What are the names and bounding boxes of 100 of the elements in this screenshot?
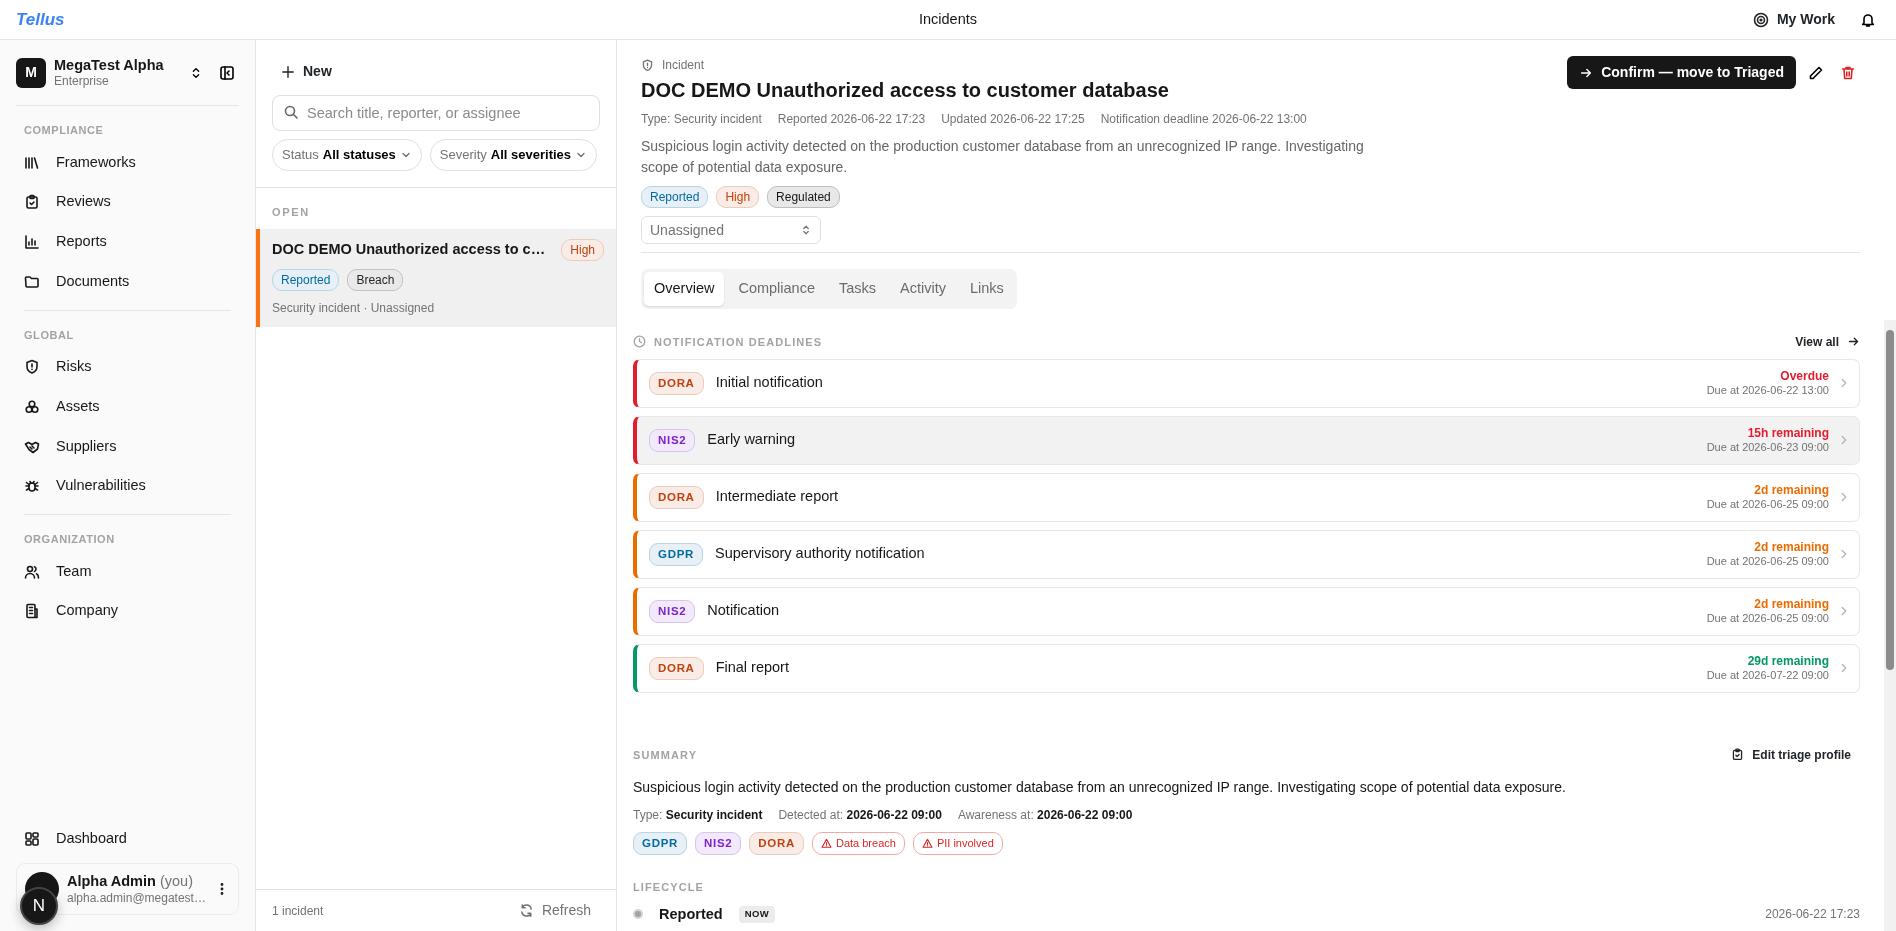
incident-title: DOC DEMO Unauthorized access to customer database: [641, 78, 1170, 102]
user-email: alpha.admin@megatest…: [67, 890, 206, 906]
deadline-title: Supervisory authority notification: [715, 544, 926, 564]
section-heading: LIFECYCLE: [633, 880, 705, 895]
clipboard-check-icon: [1731, 748, 1745, 762]
deadline-row[interactable]: NIS2 Early warning 15h remaining Due at 2026-06-23 09:00: [633, 415, 1860, 465]
framework-badge: DORA: [649, 485, 704, 509]
summary-fact: Awareness at: 2026-06-22 09:00: [957, 806, 1133, 824]
dev-tools-button[interactable]: N: [20, 887, 58, 925]
status-badge: Reported: [272, 268, 340, 291]
framework-badge: NIS2: [695, 831, 742, 855]
pencil-icon: [1808, 64, 1824, 81]
edit-triage-button[interactable]: Edit triage profile: [1722, 740, 1860, 769]
sidebar-item[interactable]: Documents: [24, 261, 231, 302]
dashboard-icon: [24, 831, 40, 848]
sidebar-item[interactable]: Dashboard: [24, 819, 231, 859]
remaining-time: 29d remaining: [1746, 653, 1829, 669]
tab[interactable]: Tasks: [829, 272, 887, 306]
step-label: Reported: [659, 904, 723, 924]
deadline-row[interactable]: GDPR Supervisory authority notification 2d remaining Due at 2026-06-25 09:00: [633, 529, 1860, 579]
summary-text: Suspicious login activity detected on the production customer database from an unrecognized IP range. Investigating scope of potential data exposure.: [633, 777, 1567, 797]
deadline-title: Final report: [715, 658, 790, 678]
tab[interactable]: Compliance: [728, 272, 825, 306]
meta-text: Reported 2026-06-22 17:23: [777, 111, 926, 128]
bug-icon: [24, 478, 40, 495]
incident-meta: Security incident · Unassigned: [272, 299, 436, 317]
tab[interactable]: Activity: [890, 272, 956, 306]
user-name: Alpha Admin (you): [67, 872, 194, 891]
new-button[interactable]: New: [272, 56, 341, 87]
bar-chart-icon: [24, 234, 40, 250]
due-date: Due at 2026-06-25 09:00: [1706, 554, 1829, 569]
step-time: 2026-06-22 17:23: [1765, 906, 1860, 924]
deadline-row[interactable]: DORA Intermediate report 2d remaining Due at 2026-06-25 09:00: [633, 472, 1860, 522]
logo[interactable]: Tellus: [16, 6, 65, 33]
search-icon: [283, 104, 299, 120]
status-badge: Reported: [641, 186, 709, 208]
framework-badge: NIS2: [649, 599, 696, 623]
filter-dropdown[interactable]: Status All statuses: [272, 139, 422, 171]
page-title: Incidents: [919, 9, 977, 29]
due-date: Due at 2026-06-25 09:00: [1706, 611, 1829, 626]
section-label: COMPLIANCE: [24, 123, 105, 139]
section-heading: SUMMARY: [633, 747, 698, 763]
section-label: GLOBAL: [24, 327, 75, 343]
framework-badge: GDPR: [649, 542, 703, 566]
chevrons-icon: [800, 224, 812, 236]
target-icon: [1752, 11, 1769, 28]
incident-kicker: Incident: [641, 56, 1552, 74]
framework-badge: DORA: [649, 371, 704, 395]
summary-fact: Detected at: 2026-06-22 09:00: [778, 806, 942, 824]
org-plan: Enterprise: [54, 74, 110, 90]
clock-icon: [633, 335, 646, 349]
scrollbar[interactable]: [1884, 320, 1896, 931]
books-icon: [24, 154, 40, 171]
meta-text: Updated 2026-06-22 17:25: [941, 111, 1085, 128]
filter-dropdown[interactable]: Severity All severities: [429, 139, 598, 171]
deadline-row[interactable]: DORA Final report 29d remaining Due at 2026-07-22 09:00: [633, 643, 1860, 693]
my-work-button[interactable]: My Work: [1747, 4, 1840, 35]
warning-icon: [820, 837, 832, 849]
framework-badge: DORA: [749, 831, 804, 855]
remaining-time: 2d remaining: [1753, 539, 1829, 555]
framework-badge: GDPR: [633, 831, 687, 855]
deadline-title: Initial notification: [715, 373, 824, 393]
sidebar-icon: [219, 64, 235, 81]
sidebar-item[interactable]: Assets: [24, 386, 231, 427]
view-all-link[interactable]: View all: [1795, 332, 1860, 351]
deadline-row[interactable]: DORA Initial notification Overdue Due at 2026-06-22 13:00: [633, 358, 1860, 408]
sidebar-item[interactable]: Risks: [24, 347, 231, 387]
sidebar-item[interactable]: Vulnerabilities: [24, 466, 231, 507]
shield-icon: [24, 359, 40, 375]
remaining-time: 2d remaining: [1753, 596, 1829, 612]
sidebar-item[interactable]: Company: [24, 591, 231, 632]
assignee-select[interactable]: Unassigned: [641, 216, 821, 244]
building-icon: [24, 603, 40, 620]
severity-badge: High: [561, 238, 604, 261]
sidebar-item[interactable]: Suppliers: [24, 426, 231, 467]
shield-icon: [641, 58, 654, 72]
sidebar-item[interactable]: Team: [24, 551, 231, 592]
confirm-button[interactable]: Confirm — move to Triaged: [1567, 56, 1796, 89]
remaining-time: 2d remaining: [1753, 482, 1829, 498]
framework-badge: DORA: [649, 656, 704, 680]
tab[interactable]: Links: [960, 272, 1014, 306]
refresh-icon: [518, 903, 534, 918]
deadline-title: Intermediate report: [715, 487, 840, 507]
trash-icon: [1840, 64, 1856, 81]
meta-text: Notification deadline 2026-06-22 13:00: [1100, 111, 1307, 128]
warning-icon: [921, 837, 933, 849]
due-date: Due at 2026-06-25 09:00: [1706, 497, 1829, 512]
search-field[interactable]: Search title, reporter, or assignee: [272, 95, 600, 131]
incident-card[interactable]: DOC DEMO Unauthorized access to c… High Reported Breach Security incident · Unassigned: [256, 228, 616, 327]
users-icon: [24, 563, 40, 580]
deadline-row[interactable]: NIS2 Notification 2d remaining Due at 2026-06-25 09:00: [633, 586, 1860, 636]
sidebar-item[interactable]: Reviews: [24, 182, 231, 223]
timeline-dot: [633, 909, 643, 920]
sidebar-item[interactable]: Reports: [24, 222, 231, 262]
tab[interactable]: Overview: [644, 272, 725, 306]
clipboard-check-icon: [24, 194, 40, 211]
section-heading: NOTIFICATION DEADLINES: [633, 333, 823, 350]
refresh-button[interactable]: Refresh: [509, 895, 600, 926]
sidebar-item[interactable]: Frameworks: [24, 142, 231, 183]
incident-title: DOC DEMO Unauthorized access to c…: [272, 239, 547, 259]
